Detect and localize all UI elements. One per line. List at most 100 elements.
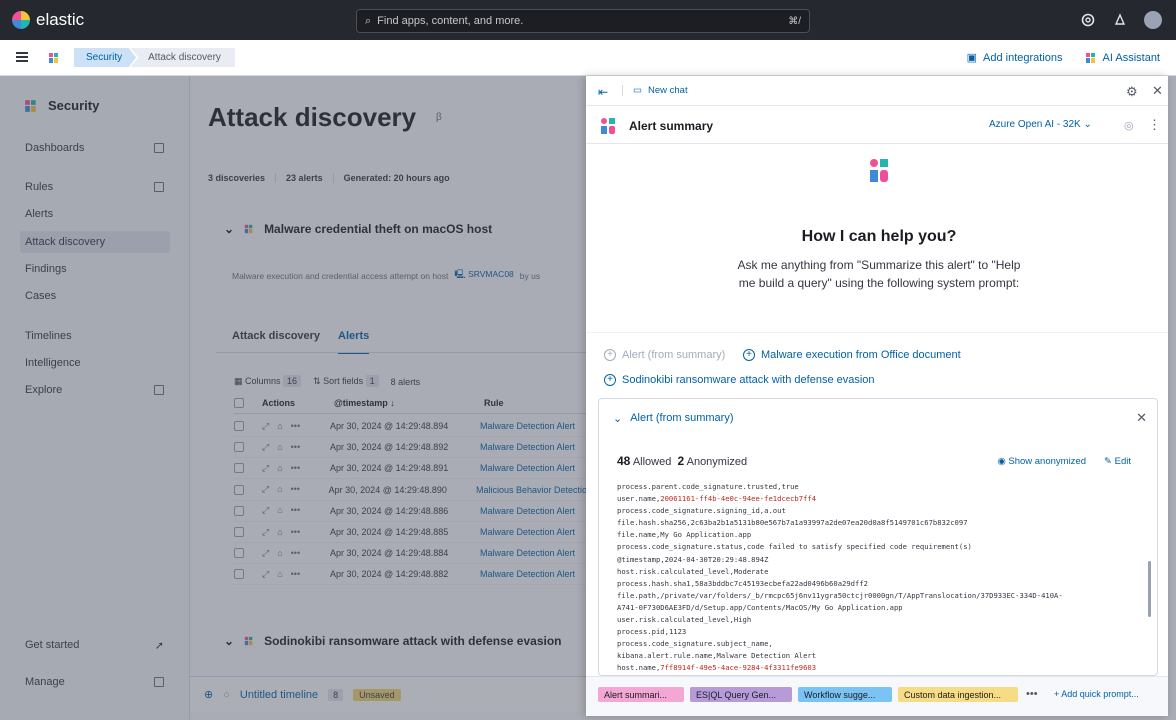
quick-prompt-label: Custom data ingestion...: [904, 689, 1002, 700]
quick-prompt-custom-data[interactable]: Custom data ingestion...: [898, 687, 1018, 702]
allowed-label: Allowed: [632, 456, 672, 468]
help-text: Ask me anything from "Summarize this ale…: [737, 258, 1021, 290]
field-name: file.name,: [617, 530, 661, 540]
allowed-count: 48: [617, 454, 631, 468]
field-value: High: [733, 615, 752, 625]
new-chat-button[interactable]: ▭ New chat: [622, 85, 688, 96]
add-quick-prompt-label: Add quick prompt...: [1061, 689, 1139, 699]
alert-context-code[interactable]: process.parent.code_signature.trusted,tr…: [617, 481, 1137, 675]
prompt-label: Alert (from summary): [622, 349, 726, 361]
context-field-line: process.code_signature.subject_name,: [617, 638, 1137, 650]
user-avatar[interactable]: [1144, 11, 1162, 29]
eye-icon: ◉: [997, 456, 1006, 467]
add-integrations-link[interactable]: ▣ Add integrations: [966, 51, 1063, 65]
context-field-line: process.code_signature.status,code faile…: [617, 541, 1137, 553]
context-field-line: file.hash.sha256,2c63ba2b1a5131b80e567b7…: [617, 517, 1137, 529]
scrollbar[interactable]: [1148, 561, 1151, 617]
chat-icon: ▭: [633, 85, 642, 96]
context-field-line: file.path,/private/var/folders/_b/rmcpc6…: [617, 590, 1137, 602]
quick-prompt-label: Alert summari...: [604, 689, 668, 700]
chevron-down-icon: ⌄: [613, 413, 623, 425]
close-icon[interactable]: ✕: [1152, 83, 1163, 99]
add-quick-prompt-button[interactable]: + Add quick prompt...: [1054, 689, 1139, 699]
security-app-icon[interactable]: [48, 52, 60, 64]
quick-prompt-label: Workflow sugge...: [804, 689, 876, 700]
context-field-line: process.pid,1123: [617, 626, 1137, 638]
global-search-input[interactable]: ⌕ Find apps, content, and more. ⌘/: [356, 9, 810, 33]
help-heading: How I can help you?: [801, 228, 957, 245]
ai-assistant-icon: [1085, 52, 1095, 63]
ai-assistant-label: AI Assistant: [1102, 51, 1160, 64]
field-name: process.code_signature.status,: [617, 542, 747, 552]
search-placeholder: Find apps, content, and more.: [377, 15, 524, 27]
field-name: process.parent.code_signature.trusted,: [617, 482, 782, 491]
breadcrumb-security[interactable]: Security: [74, 48, 137, 67]
plus-circle-icon: +: [743, 349, 755, 361]
ai-assistant-flyout: ⇤ ▭ New chat ⚙ ✕ Alert summary Azure Open…: [586, 76, 1168, 716]
more-quick-prompts-icon[interactable]: •••: [1026, 688, 1038, 700]
help-icon[interactable]: [1080, 12, 1096, 28]
flyout-topbar: ⇤ ▭ New chat ⚙ ✕: [586, 76, 1168, 106]
connector-selector[interactable]: Azure Open AI - 32K ⌄: [989, 119, 1092, 130]
ai-assistant-icon: [601, 118, 615, 134]
prompt-label: Malware execution from Office document: [761, 349, 961, 361]
field-value: Moderate: [733, 566, 769, 576]
show-anonymized-label: Show anonymized: [1008, 456, 1087, 467]
prompt-label: Sodinokibi ransomware attack with defens…: [622, 374, 875, 386]
field-name: host.name,: [617, 663, 661, 673]
field-value: /private/var/folders/_b/rmcpc65j6nv11ygr…: [660, 590, 1063, 600]
new-chat-label: New chat: [647, 85, 688, 96]
context-field-line: A741-0F730D6AE3FD/d/Setup.app/Contents/M…: [617, 602, 1137, 614]
newsfeed-icon[interactable]: [1112, 12, 1128, 28]
field-name: process.hash.sha1,: [617, 578, 695, 588]
field-value: a.out: [764, 506, 786, 516]
more-options-icon[interactable]: ⋮: [1148, 117, 1161, 133]
settings-gear-icon[interactable]: ⚙: [1126, 84, 1138, 100]
field-value: true: [781, 482, 799, 491]
field-value: 2024-04-30T20:29:48.894Z: [664, 554, 769, 564]
quick-prompt-workflow[interactable]: Workflow sugge...: [798, 687, 892, 702]
field-value: 1123: [668, 627, 687, 637]
collapse-icon[interactable]: ⇤: [598, 85, 608, 99]
field-value: A741-0F730D6AE3FD/d/Setup.app/Contents/M…: [617, 602, 903, 612]
menu-toggle-icon[interactable]: [16, 52, 28, 62]
ai-assistant-link[interactable]: AI Assistant: [1085, 51, 1160, 64]
context-accordion-toggle[interactable]: ⌄ Alert (from summary): [613, 412, 734, 425]
prompt-context-malware[interactable]: + Malware execution from Office document: [743, 349, 961, 361]
show-anonymized-toggle[interactable]: ◉ Show anonymized: [997, 456, 1086, 467]
divider: [586, 332, 1168, 333]
integrations-icon: ▣: [966, 52, 978, 64]
context-field-line: host.risk.calculated_level,Moderate: [617, 566, 1137, 578]
elastic-logo[interactable]: elastic: [12, 10, 84, 30]
context-field-line: file.name,My Go Application.app: [617, 529, 1137, 541]
field-name: process.code_signature.signing_id,: [617, 506, 765, 516]
context-field-line: process.hash.sha1,58a3bddbc7c45193ecbefa…: [617, 578, 1137, 590]
field-value: code failed to satisfy specified code re…: [746, 542, 972, 552]
field-name: kibana.alert.rule.name,: [617, 651, 717, 661]
remove-context-icon[interactable]: ✕: [1136, 410, 1147, 426]
field-value: My Go Application.app: [660, 530, 752, 540]
context-field-line: process.parent.code_signature.trusted,tr…: [617, 481, 1137, 493]
quick-prompt-esql-query[interactable]: ES|QL Query Gen...: [690, 687, 792, 702]
anonymized-label: Anonymized: [686, 456, 748, 468]
anonymized-value: 7ff8914f-49e5-4ace-9284-4f3311fe9603: [660, 663, 817, 673]
prompt-context-alert-summary[interactable]: + Alert (from summary): [604, 349, 725, 361]
selected-prompt-context-panel: ⌄ Alert (from summary) ✕ 48 Allowed 2 Ano…: [598, 398, 1158, 676]
prompt-context-sodinokibi[interactable]: + Sodinokibi ransomware attack with defen…: [604, 374, 875, 386]
field-name: host.risk.calculated_level,: [617, 566, 734, 576]
quick-prompts-bar: Alert summari... ES|QL Query Gen... Work…: [586, 676, 1168, 716]
anonymization-counts: 48 Allowed 2 Anonymized: [617, 454, 747, 468]
plus-circle-icon: +: [604, 349, 616, 361]
field-name: user.risk.calculated_level,: [617, 615, 734, 625]
eye-closed-icon[interactable]: ◎: [1124, 119, 1134, 132]
conversation-title[interactable]: Alert summary: [629, 119, 713, 133]
field-value: Malware Detection Alert: [716, 651, 817, 661]
field-name: process.code_signature.subject_name,: [617, 639, 773, 649]
field-name: file.path,: [617, 590, 661, 600]
quick-prompt-alert-summarization[interactable]: Alert summari...: [598, 687, 684, 702]
context-field-line: user.name,20061161-ff4b-4e0c-94ee-fe1dce…: [617, 493, 1137, 505]
elastic-logo-icon: [12, 11, 30, 29]
context-field-line: @timestamp,2024-04-30T20:29:48.894Z: [617, 554, 1137, 566]
edit-button[interactable]: ✎ Edit: [1104, 456, 1131, 467]
ai-assistant-logo-icon: [870, 159, 888, 182]
